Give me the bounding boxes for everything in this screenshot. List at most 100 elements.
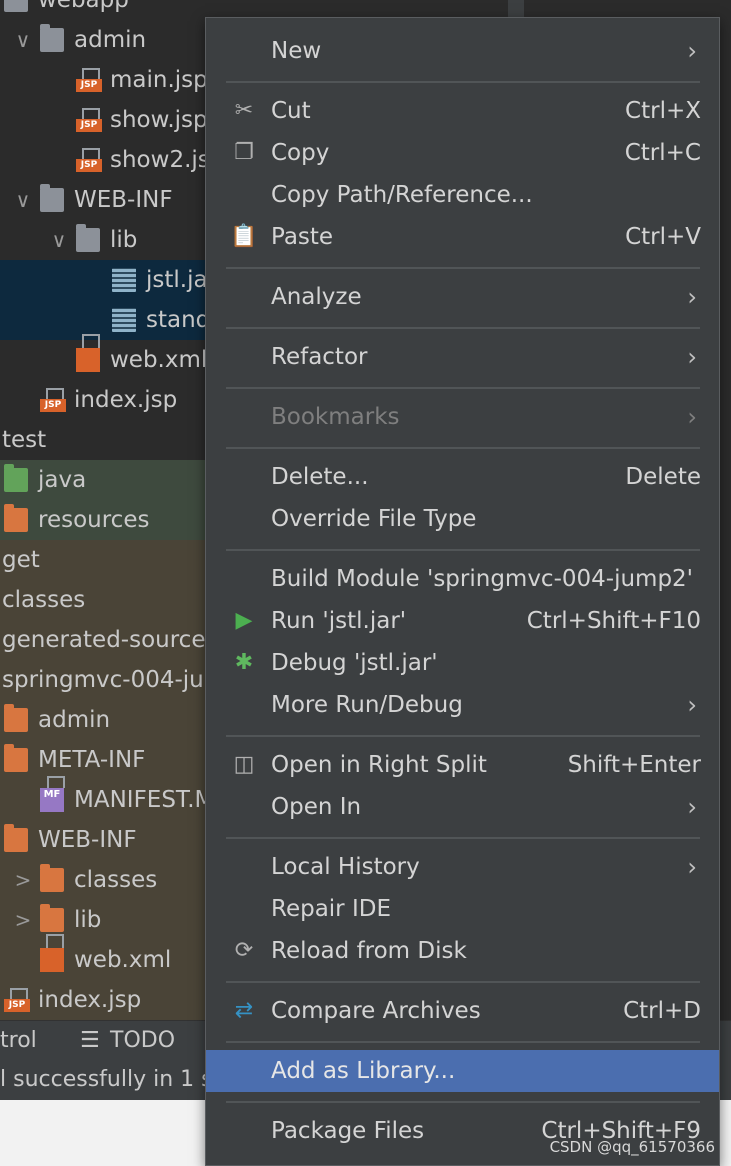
run-icon: ▶ [235, 608, 253, 633]
menu-item-repair-ide[interactable]: Repair IDE [206, 888, 719, 930]
menu-item-override-file-type[interactable]: Override File Type [206, 498, 719, 540]
menu-separator [226, 267, 700, 269]
chevron-right-icon: › [687, 343, 697, 371]
jsp-file-icon [40, 388, 66, 412]
jsp-file-icon [76, 148, 102, 172]
menu-separator [226, 837, 700, 839]
chevron-right-icon: › [687, 793, 697, 821]
chevron-down-icon[interactable]: ∨ [12, 20, 34, 60]
menu-item-shortcut: Ctrl+X [625, 98, 701, 124]
folder-icon [4, 704, 28, 732]
menu-item-shortcut: Shift+Enter [567, 752, 701, 778]
menu-item-refactor[interactable]: Refactor › [206, 336, 719, 378]
menu-item-label: Bookmarks [271, 404, 400, 430]
menu-item-label: Run 'jstl.jar' [271, 608, 407, 634]
menu-item-label: Repair IDE [271, 896, 391, 922]
todo-list-icon: ☰ [80, 1028, 100, 1053]
menu-item-shortcut: Ctrl+Shift+F10 [526, 608, 701, 634]
menu-item-run-jstl-jar[interactable]: ▶ Run 'jstl.jar' Ctrl+Shift+F10 [206, 600, 719, 642]
tree-row-label: index.jsp [38, 987, 142, 1013]
menu-item-new[interactable]: New › [206, 30, 719, 72]
chevron-right-icon: › [687, 403, 697, 431]
menu-item-shortcut: Ctrl+D [623, 998, 701, 1024]
tree-row-label: classes [74, 867, 158, 893]
menu-item-shortcut: Ctrl+C [624, 140, 701, 166]
tree-row-label: classes [2, 587, 86, 613]
control-tab[interactable]: trol [0, 1021, 37, 1061]
chevron-down-icon[interactable]: ∨ [12, 180, 34, 220]
xml-file-icon [76, 334, 100, 372]
menu-separator [226, 81, 700, 83]
menu-item-label: Analyze [271, 284, 362, 310]
menu-item-build-module-springmvc-004-jump2[interactable]: Build Module 'springmvc-004-jump2' [206, 558, 719, 600]
jsp-file-icon [4, 988, 30, 1012]
menu-item-copy-path-reference[interactable]: Copy Path/Reference... [206, 174, 719, 216]
tree-row-label: lib [110, 227, 138, 253]
menu-item-label: New [271, 38, 322, 64]
menu-item-label: Build Module 'springmvc-004-jump2' [271, 566, 694, 592]
resources-folder-icon [4, 504, 28, 532]
status-text: l successfully in 1 s [0, 1067, 213, 1092]
tree-row-label: web.xml [74, 947, 172, 973]
menu-item-compare-archives[interactable]: ⇄ Compare Archives Ctrl+D [206, 990, 719, 1032]
menu-separator [226, 981, 700, 983]
jsp-file-icon [76, 68, 102, 92]
jsp-file-icon [76, 108, 102, 132]
menu-item-paste[interactable]: 📋 Paste Ctrl+V [206, 216, 719, 258]
menu-separator [226, 1041, 700, 1043]
xml-file-icon [40, 934, 64, 972]
tree-row-label: generated-sources [2, 627, 218, 653]
menu-item-label: Copy [271, 140, 330, 166]
clipboard-icon: 📋 [230, 224, 258, 249]
menu-item-label: Compare Archives [271, 998, 481, 1024]
menu-item-more-run-debug[interactable]: More Run/Debug › [206, 684, 719, 726]
chevron-right-icon: › [687, 853, 697, 881]
copy-icon: ❐ [234, 140, 254, 165]
tree-row-label: show.jsp [110, 107, 208, 133]
menu-item-bookmarks[interactable]: Bookmarks › [206, 396, 719, 438]
menu-separator [226, 447, 700, 449]
menu-item-label: Paste [271, 224, 334, 250]
chevron-down-icon[interactable]: ∨ [48, 220, 70, 260]
menu-item-label: Reload from Disk [271, 938, 467, 964]
menu-item-debug-jstl-jar[interactable]: ✱ Debug 'jstl.jar' [206, 642, 719, 684]
menu-item-open-in[interactable]: Open In › [206, 786, 719, 828]
scissors-icon: ✂ [234, 98, 254, 123]
menu-item-delete[interactable]: Delete... Delete [206, 456, 719, 498]
menu-item-label: Local History [271, 854, 420, 880]
menu-item-label: Override File Type [271, 506, 477, 532]
tree-row-label: main.jsp [110, 67, 208, 93]
folder-icon [4, 0, 28, 12]
menu-item-copy[interactable]: ❐ Copy Ctrl+C [206, 132, 719, 174]
chevron-right-icon: › [687, 283, 697, 311]
menu-item-analyze[interactable]: Analyze › [206, 276, 719, 318]
folder-icon [4, 464, 28, 492]
menu-item-label: Open in Right Split [271, 752, 487, 778]
folder-icon [40, 24, 64, 52]
menu-item-label: Cut [271, 98, 311, 124]
tree-row-label: index.jsp [74, 387, 178, 413]
folder-icon [76, 224, 100, 252]
tree-row-label: get [2, 547, 40, 573]
tree-row-label: resources [38, 507, 150, 533]
todo-tab[interactable]: TODO [110, 1021, 175, 1061]
split-view-icon: ◫ [233, 752, 255, 777]
manifest-file-icon: MF [40, 776, 65, 812]
menu-item-reload-from-disk[interactable]: ⟳ Reload from Disk [206, 930, 719, 972]
menu-item-open-in-right-split[interactable]: ◫ Open in Right Split Shift+Enter [206, 744, 719, 786]
menu-item-shortcut: Delete [625, 464, 701, 490]
menu-item-label: Open In [271, 794, 362, 820]
watermark: CSDN @qq_61570366 [549, 1138, 715, 1156]
folder-icon [4, 824, 28, 852]
chevron-right-icon[interactable]: > [12, 900, 34, 940]
menu-item-add-as-library[interactable]: Add as Library... [206, 1050, 719, 1092]
menu-separator [226, 327, 700, 329]
menu-item-cut[interactable]: ✂ Cut Ctrl+X [206, 90, 719, 132]
tree-row-label: java [38, 467, 87, 493]
jar-file-icon [112, 268, 136, 292]
chevron-right-icon[interactable]: > [12, 860, 34, 900]
menu-item-label: Refactor [271, 344, 368, 370]
menu-item-local-history[interactable]: Local History › [206, 846, 719, 888]
reload-icon: ⟳ [234, 938, 254, 963]
tree-row-label: META-INF [38, 747, 146, 773]
